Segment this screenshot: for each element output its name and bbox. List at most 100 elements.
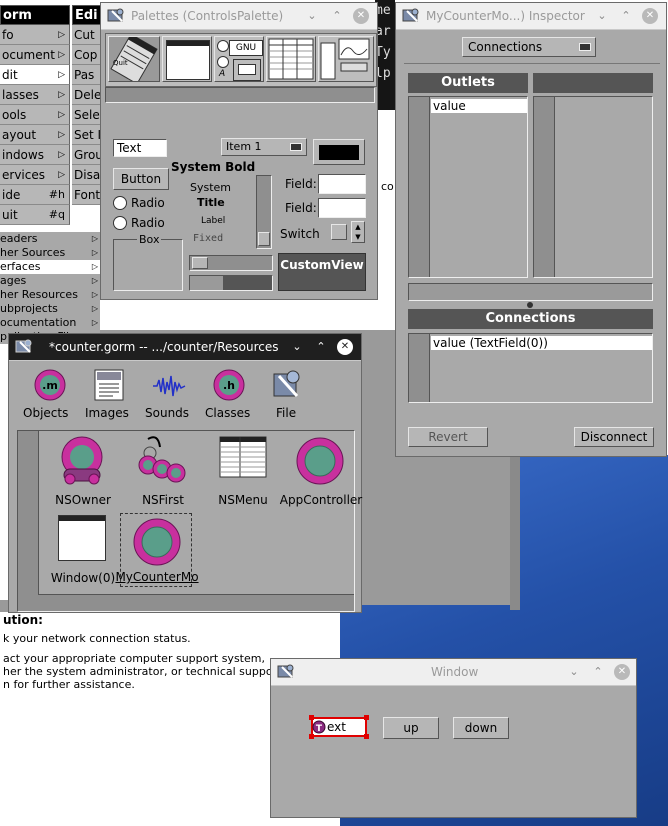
tab-sounds[interactable]: Sounds bbox=[141, 368, 197, 424]
menu-item-set-name[interactable]: Set I bbox=[72, 125, 102, 145]
tab-objects[interactable]: .m Objects bbox=[19, 368, 71, 424]
menu-item-cut[interactable]: Cut bbox=[72, 25, 102, 45]
form-field-sample[interactable] bbox=[318, 198, 366, 218]
chevron-down-icon[interactable]: ⌄ bbox=[594, 8, 610, 24]
menu-item-windows[interactable]: indows ▷ bbox=[0, 145, 70, 165]
chevron-up-icon[interactable]: ⌃ bbox=[329, 8, 345, 24]
close-icon[interactable]: ✕ bbox=[353, 8, 369, 24]
vertical-slider-sample[interactable] bbox=[256, 175, 272, 249]
menu-item-services[interactable]: ervices ▷ bbox=[0, 165, 70, 185]
stepper-up-icon: ▲ bbox=[355, 223, 361, 231]
close-icon[interactable]: ✕ bbox=[337, 339, 353, 355]
menu-item-quit[interactable]: uit #q bbox=[0, 205, 70, 225]
horizontal-slider-sample[interactable] bbox=[189, 255, 273, 271]
menu-item-group[interactable]: Grou bbox=[72, 145, 102, 165]
selection-handle[interactable] bbox=[309, 734, 314, 739]
selection-handle[interactable] bbox=[364, 715, 369, 720]
selection-handle[interactable] bbox=[364, 734, 369, 739]
menu-item-select-all[interactable]: Sele bbox=[72, 105, 102, 125]
objects-horizontal-scrollbar[interactable] bbox=[38, 594, 354, 611]
edit-menu-title[interactable]: Edi bbox=[72, 5, 102, 25]
menu-item-disable[interactable]: Disa bbox=[72, 165, 102, 185]
browser-horizontal-scroller[interactable] bbox=[408, 283, 653, 301]
split-view-handle-icon[interactable] bbox=[527, 302, 533, 308]
slider-knob[interactable] bbox=[192, 257, 208, 269]
svg-text:T: T bbox=[316, 724, 323, 734]
menu-item-layout[interactable]: ayout ▷ bbox=[0, 125, 70, 145]
down-button[interactable]: down bbox=[453, 717, 509, 739]
menu-item-copy[interactable]: Cop bbox=[72, 45, 102, 65]
list-item[interactable]: ages ▷ bbox=[0, 274, 100, 288]
list-item[interactable]: erfaces ▷ bbox=[0, 260, 100, 274]
chevron-up-icon[interactable]: ⌃ bbox=[618, 8, 634, 24]
color-well-sample[interactable] bbox=[313, 139, 365, 165]
close-icon[interactable]: ✕ bbox=[642, 8, 658, 24]
radio-button-sample[interactable] bbox=[113, 216, 127, 230]
revert-button[interactable]: Revert bbox=[408, 427, 488, 447]
menu-item-hide[interactable]: ide #h bbox=[0, 185, 70, 205]
list-item[interactable]: ocumentation ▷ bbox=[0, 316, 100, 330]
palettes-titlebar[interactable]: Palettes (ControlsPalette) ⌄ ⌃ ✕ bbox=[101, 3, 377, 30]
connection-item[interactable]: value (TextField(0)) bbox=[431, 336, 652, 350]
slider-knob[interactable] bbox=[258, 232, 270, 246]
text-field-sample[interactable]: Text bbox=[113, 139, 167, 157]
custom-view-sample[interactable]: CustomView bbox=[278, 253, 366, 291]
menu-item-edit[interactable]: dit ▷ bbox=[0, 65, 70, 85]
list-item[interactable]: ubprojects ▷ bbox=[0, 302, 100, 316]
menu-item-font[interactable]: Font bbox=[72, 185, 102, 205]
inspector-mode-popup[interactable]: Connections bbox=[462, 37, 596, 57]
actions-scrollbar[interactable] bbox=[534, 97, 555, 277]
chevron-down-icon[interactable]: ⌄ bbox=[289, 339, 305, 355]
list-item[interactable]: her Sources ▷ bbox=[0, 246, 100, 260]
tab-file[interactable]: File bbox=[269, 368, 309, 424]
menu-item-paste[interactable]: Pas bbox=[72, 65, 102, 85]
palette-controls-thumbnail[interactable]: GNU A bbox=[214, 36, 264, 82]
list-item[interactable]: eaders ▷ bbox=[0, 232, 100, 246]
chevron-down-icon[interactable]: ⌄ bbox=[304, 8, 320, 24]
object-mycounter[interactable]: MyCounterMo bbox=[115, 513, 199, 587]
chevron-up-icon[interactable]: ⌃ bbox=[313, 339, 329, 355]
popup-button-sample[interactable]: Item 1 bbox=[221, 138, 307, 156]
window-icon bbox=[58, 515, 106, 561]
chevron-up-icon[interactable]: ⌃ bbox=[590, 664, 606, 680]
chevron-down-icon[interactable]: ⌄ bbox=[566, 664, 582, 680]
palette-containers-thumbnail[interactable] bbox=[318, 36, 374, 82]
menu-item-info[interactable]: fo ▷ bbox=[0, 25, 70, 45]
inspector-titlebar[interactable]: MyCounterMo...) Inspector ⌄ ⌃ ✕ bbox=[396, 3, 666, 30]
box-sample[interactable] bbox=[113, 239, 183, 291]
background-text-line: her the system administrator, or technic… bbox=[3, 665, 282, 678]
tab-classes[interactable]: .h Classes bbox=[203, 368, 255, 424]
close-icon[interactable]: ✕ bbox=[614, 664, 630, 680]
object-window[interactable]: Window(0) bbox=[48, 515, 118, 587]
menu-item-tools[interactable]: ools ▷ bbox=[0, 105, 70, 125]
gorm-menu-title[interactable]: orm bbox=[0, 5, 70, 25]
object-appcontroller[interactable]: AppController bbox=[280, 435, 362, 509]
menu-item-delete[interactable]: Dele bbox=[72, 85, 102, 105]
outlet-item-value[interactable]: value bbox=[431, 99, 527, 113]
button-sample[interactable]: Button bbox=[113, 168, 169, 190]
object-label: MyCounterMo bbox=[115, 570, 199, 584]
connection-target-icon[interactable]: T bbox=[312, 720, 326, 734]
object-nsfirst[interactable]: NSFirst bbox=[128, 435, 198, 509]
palette-windows-thumbnail[interactable] bbox=[162, 36, 212, 82]
stepper-sample[interactable]: ▲ ▼ bbox=[351, 221, 365, 243]
outlets-scrollbar[interactable] bbox=[409, 97, 430, 277]
menu-item-document[interactable]: ocument ▷ bbox=[0, 45, 70, 65]
switch-checkbox-sample[interactable] bbox=[331, 224, 347, 240]
object-nsmenu[interactable]: NSMenu bbox=[208, 435, 278, 509]
disconnect-button[interactable]: Disconnect bbox=[574, 427, 654, 447]
palette-menus-thumbnail[interactable]: Quit bbox=[108, 33, 160, 85]
menu-item-classes[interactable]: lasses ▷ bbox=[0, 85, 70, 105]
radio-button-sample[interactable] bbox=[113, 196, 127, 210]
document-titlebar[interactable]: *counter.gorm -- .../counter/Resources ⌄… bbox=[9, 334, 361, 361]
edited-window-titlebar[interactable]: Window ⌄ ⌃ ✕ bbox=[271, 659, 636, 686]
object-nsowner[interactable]: NSOwner bbox=[48, 435, 118, 509]
tab-images[interactable]: Images bbox=[81, 368, 133, 424]
connections-scrollbar[interactable] bbox=[409, 334, 430, 402]
up-button[interactable]: up bbox=[383, 717, 439, 739]
palette-data-thumbnail[interactable] bbox=[266, 36, 316, 82]
objects-vertical-scrollbar[interactable] bbox=[18, 431, 39, 611]
list-item[interactable]: her Resources ▷ bbox=[0, 288, 100, 302]
terminal-line: ar bbox=[375, 24, 391, 39]
form-field-sample[interactable] bbox=[318, 174, 366, 194]
